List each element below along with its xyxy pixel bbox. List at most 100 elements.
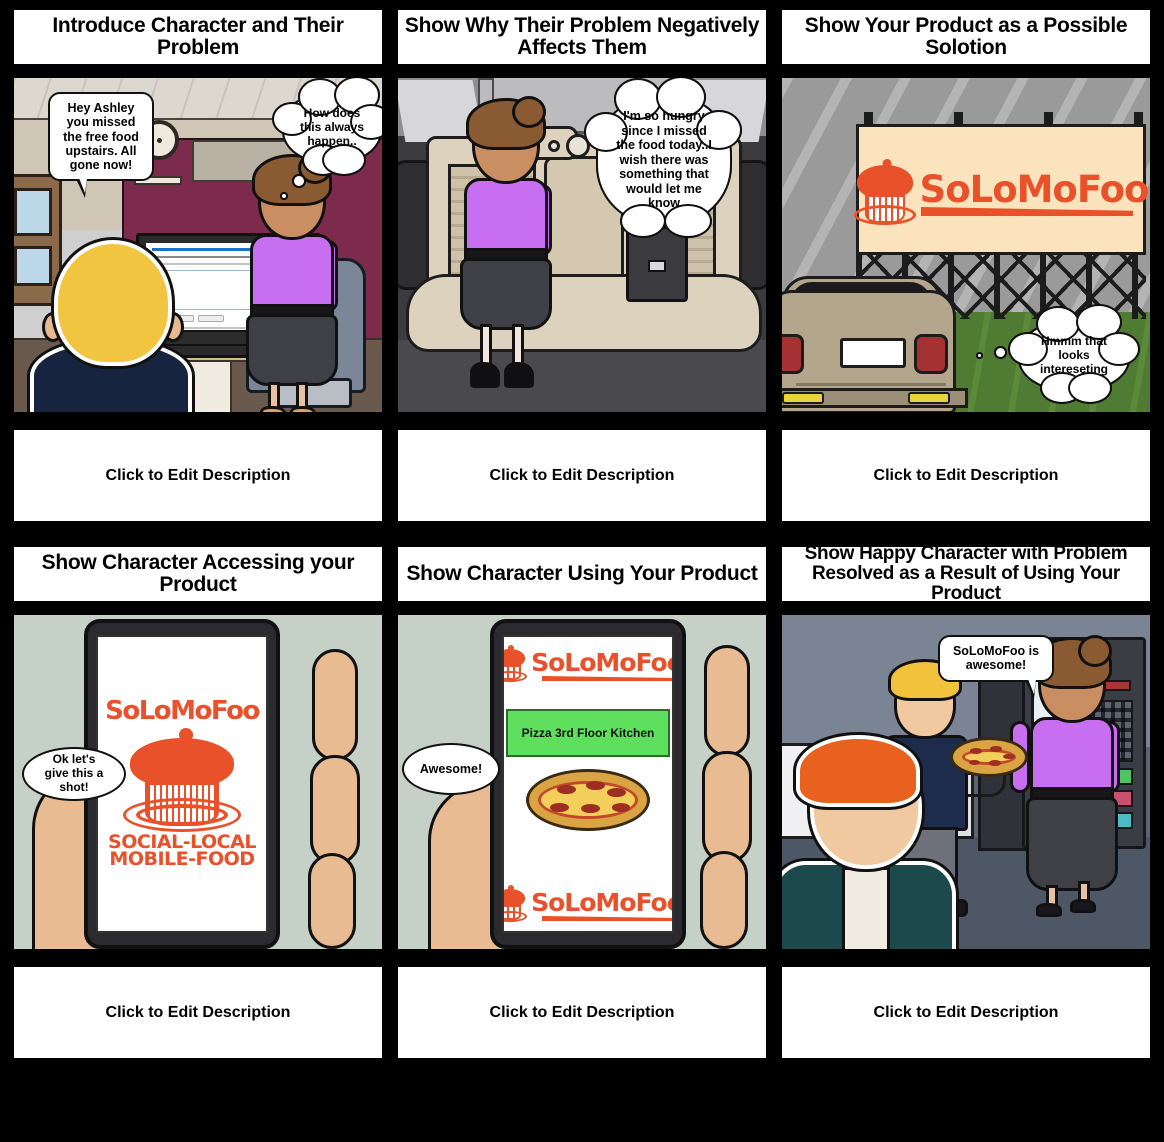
ashley-shoe (290, 406, 316, 412)
cell-scene-4[interactable]: SoLoMoFoo SOCIAL-LOCAL MOBILE-FOOD Ok le… (12, 613, 384, 951)
pepperoni (970, 748, 982, 754)
bubble-tail (1025, 678, 1036, 699)
character-ashley (240, 152, 345, 412)
bubble-hungry-thought[interactable]: I'm so hungry since I missed the food to… (584, 78, 742, 238)
cell-description-text-6: Click to Edit Description (873, 1003, 1059, 1021)
storyboard-cell-6[interactable]: Show Happy Character with Problem Resolv… (780, 542, 1152, 1060)
bubble-interesting-thought-text: Hmmm that looks intereseting (1039, 334, 1108, 376)
notification-banner-text: Pizza 3rd Floor Kitchen (521, 726, 655, 740)
clock-center (157, 138, 162, 143)
ashley-hair-bun (512, 96, 546, 128)
cell-description-2[interactable]: Click to Edit Description (396, 428, 768, 523)
cell-title-5[interactable]: Show Character Using Your Product (396, 545, 768, 603)
ashley-skirt (1026, 797, 1118, 891)
character-ashley (454, 96, 564, 406)
thought-dot (976, 352, 983, 359)
cell-description-1[interactable]: Click to Edit Description (12, 428, 384, 523)
cell-title-text-2: Show Why Their Problem Negatively Affect… (404, 13, 760, 59)
cupcake-top (856, 164, 913, 199)
reflector-right (908, 392, 950, 404)
notification-banner[interactable]: Pizza 3rd Floor Kitchen (506, 709, 670, 757)
pepperoni (585, 780, 605, 790)
storyboard-cell-2[interactable]: Show Why Their Problem Negatively Affect… (396, 8, 768, 523)
cupcake-icon (504, 883, 528, 923)
cell-title-6[interactable]: Show Happy Character with Problem Resolv… (780, 542, 1152, 605)
storyboard-cell-3[interactable]: Show Your Product as a Possible Solotion (780, 8, 1152, 523)
cloud-lump (322, 143, 366, 176)
ashley-shoe (470, 362, 500, 388)
cell-scene-2[interactable]: I'm so hungry since I missed the food to… (396, 76, 768, 414)
storyboard-cell-1[interactable]: Introduce Character and Their Problem He… (12, 8, 384, 523)
cloud-lump (1068, 371, 1112, 404)
cell-description-text-1: Click to Edit Description (105, 466, 291, 484)
bubble-coworker-body: Hey Ashley you missed the free food upst… (48, 92, 154, 199)
cell-description-text-3: Click to Edit Description (873, 466, 1059, 484)
billboard-logo-text: SoLoMoFoo (919, 167, 1150, 211)
phone-screen[interactable]: SoLoMoFoo Pizza 3rd Floor Kitchen SoLoMo… (502, 635, 674, 933)
cell-description-3[interactable]: Click to Edit Description (780, 428, 1152, 523)
bubble-coworker[interactable]: Hey Ashley you missed the free food upst… (48, 92, 154, 199)
character-coworker (30, 228, 192, 412)
pizza-held (950, 737, 1028, 777)
reflector-left (782, 392, 824, 404)
cell-description-4[interactable]: Click to Edit Description (12, 965, 384, 1060)
cell-scene-6[interactable]: SoLoMoFoo is awesome! (780, 613, 1152, 951)
cupcake-ring-outer (853, 204, 916, 225)
ashley-hair-bun (1078, 635, 1112, 667)
cell-title-text-6: Show Happy Character with Problem Resolv… (804, 542, 1128, 605)
bubble-ashley-thought-body: How does this always happen.. (272, 78, 382, 176)
storyboard-cell-5[interactable]: Show Character Using Your Product SoLoMo… (396, 545, 768, 1060)
app-tagline-2: MOBILE-FOOD (109, 847, 255, 870)
cell-scene-1[interactable]: Hey Ashley you missed the free food upst… (12, 76, 384, 414)
cell-title-1[interactable]: Introduce Character and Their Problem (12, 8, 384, 66)
bubble-solomofoo-awesome-text: SoLoMoFoo is awesome! (952, 644, 1040, 673)
foreground-man-hair-red (796, 735, 920, 807)
ashley-shoe (1070, 899, 1096, 913)
solomofoo-logo: SoLoMoFoo (853, 127, 1149, 252)
storyboard-cell-4[interactable]: Show Character Accessing your Product So… (12, 545, 384, 1060)
finger (700, 851, 748, 949)
character-foreground-man (782, 735, 956, 949)
bubble-give-a-shot-body: Ok let's give this a shot! (22, 747, 126, 801)
trunk-seam (796, 383, 946, 386)
bubble-give-a-shot[interactable]: Ok let's give this a shot! (22, 747, 126, 801)
smartphone[interactable]: SoLoMoFoo Pizza 3rd Floor Kitchen SoLoMo… (490, 619, 686, 949)
cell-title-text-4: Show Character Accessing your Product (41, 550, 355, 596)
bubble-tail (76, 178, 87, 199)
app-logo-text: SoLoMoFoo (105, 696, 260, 727)
app-footer-logo-text: SoLoMoFoo (531, 887, 674, 917)
app-footer-logo: SoLoMoFoo (504, 883, 672, 923)
thought-dot (292, 174, 306, 188)
cell-title-2[interactable]: Show Why Their Problem Negatively Affect… (396, 8, 768, 66)
logo-swoosh (542, 916, 672, 921)
cell-title-3[interactable]: Show Your Product as a Possible Solotion (780, 8, 1152, 66)
cell-scene-3[interactable]: SoLoMoFoo Hmmm that looks intereseting (780, 76, 1152, 414)
bubble-awesome[interactable]: Awesome! (402, 743, 500, 795)
bubble-interesting-thought[interactable]: Hmmm that looks intereseting (976, 304, 1140, 404)
billboard: SoLoMoFoo (853, 124, 1149, 255)
pepperoni (1003, 753, 1015, 760)
cell-scene-5[interactable]: SoLoMoFoo Pizza 3rd Floor Kitchen SoLoMo… (396, 613, 768, 951)
cupcake-icon (504, 643, 528, 683)
bubble-solomofoo-awesome[interactable]: SoLoMoFoo is awesome! (938, 635, 1054, 699)
pepperoni (990, 746, 1002, 752)
cell-title-text-5: Show Character Using Your Product (406, 561, 758, 585)
ashley-shoe (260, 406, 286, 412)
bubble-hungry-thought-body: I'm so hungry since I missed the food to… (584, 78, 742, 238)
cell-title-4[interactable]: Show Character Accessing your Product (12, 545, 384, 603)
cell-description-5[interactable]: Click to Edit Description (396, 965, 768, 1060)
app-header-logo: SoLoMoFoo (504, 643, 672, 683)
ashley-skirt (460, 258, 552, 330)
bubble-ashley-thought[interactable]: How does this always happen.. (272, 78, 382, 200)
thought-dot (994, 346, 1007, 359)
ashley-torso (250, 234, 334, 310)
foreground-man-shirt (842, 867, 890, 949)
coworker-head-blonde (54, 240, 172, 366)
pizza-image (526, 769, 650, 831)
cupcake-top (130, 737, 234, 788)
app-header-logo-text: SoLoMoFoo (531, 647, 674, 677)
finger (702, 751, 752, 863)
storyboard: Introduce Character and Their Problem He… (0, 0, 1164, 1142)
bubble-awesome-text: Awesome! (419, 761, 483, 776)
cell-description-6[interactable]: Click to Edit Description (780, 965, 1152, 1060)
